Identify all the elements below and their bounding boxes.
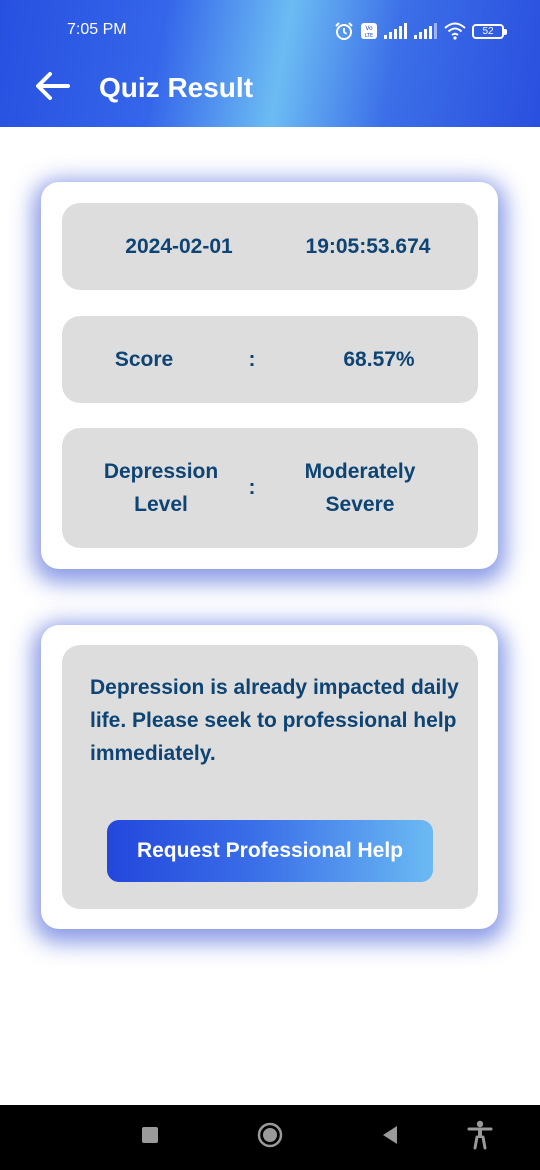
- level-separator: :: [248, 476, 256, 499]
- back-button[interactable]: [32, 70, 72, 106]
- level-label-line: Depression: [103, 460, 219, 483]
- wifi-icon: [444, 22, 466, 40]
- advice-message: Depression is already impacted daily lif…: [90, 676, 459, 765]
- arrow-left-icon: [34, 71, 70, 106]
- recents-button[interactable]: [130, 1105, 170, 1170]
- alarm-icon: [334, 21, 354, 41]
- advice-panel: Depression is already impacted daily lif…: [62, 645, 478, 909]
- accessibility-icon: [467, 1120, 493, 1155]
- system-navigation-bar: [0, 1105, 540, 1170]
- depression-level-panel: Depression Level : Moderately Severe: [62, 428, 478, 548]
- app-header: 7:05 PM Vo LTE 52 Quiz Result: [0, 0, 540, 127]
- score-value: 68.57%: [343, 348, 415, 371]
- level-value-line: Severe: [325, 493, 395, 516]
- result-time: 19:05:53.674: [305, 235, 431, 258]
- svg-text:Vo: Vo: [365, 25, 373, 32]
- nav-back-button[interactable]: [370, 1105, 410, 1170]
- page-title: Quiz Result: [99, 72, 254, 103]
- request-professional-help-button[interactable]: Request Professional Help: [107, 820, 433, 882]
- volte-icon: Vo LTE: [360, 22, 378, 40]
- score-panel: Score : 68.57%: [62, 316, 478, 403]
- depression-level-label: Depression Level: [87, 455, 235, 521]
- status-bar: 7:05 PM Vo LTE 52: [0, 0, 540, 62]
- recents-icon: [141, 1126, 159, 1149]
- battery-icon: 52: [472, 23, 507, 39]
- svg-text:LTE: LTE: [365, 33, 373, 39]
- status-icons: Vo LTE 52: [334, 20, 507, 42]
- signal-icon: [414, 23, 438, 39]
- signal-icon: [384, 23, 408, 39]
- advice-card: Depression is already impacted daily lif…: [41, 625, 498, 929]
- level-value-line: Moderately: [304, 460, 416, 483]
- level-label-line: Level: [134, 493, 188, 516]
- depression-level-value: Moderately Severe: [277, 455, 443, 521]
- score-separator: :: [248, 348, 256, 371]
- result-date: 2024-02-01: [125, 235, 233, 258]
- score-label: Score: [114, 348, 174, 371]
- date-time-panel: 2024-02-01 19:05:53.674: [62, 203, 478, 290]
- home-button[interactable]: [250, 1105, 290, 1170]
- home-icon: [257, 1122, 283, 1153]
- accessibility-button[interactable]: [460, 1105, 500, 1170]
- result-card: 2024-02-01 19:05:53.674 Score : 68.57% D…: [41, 182, 498, 569]
- back-icon: [381, 1125, 399, 1150]
- status-time: 7:05 PM: [67, 21, 127, 38]
